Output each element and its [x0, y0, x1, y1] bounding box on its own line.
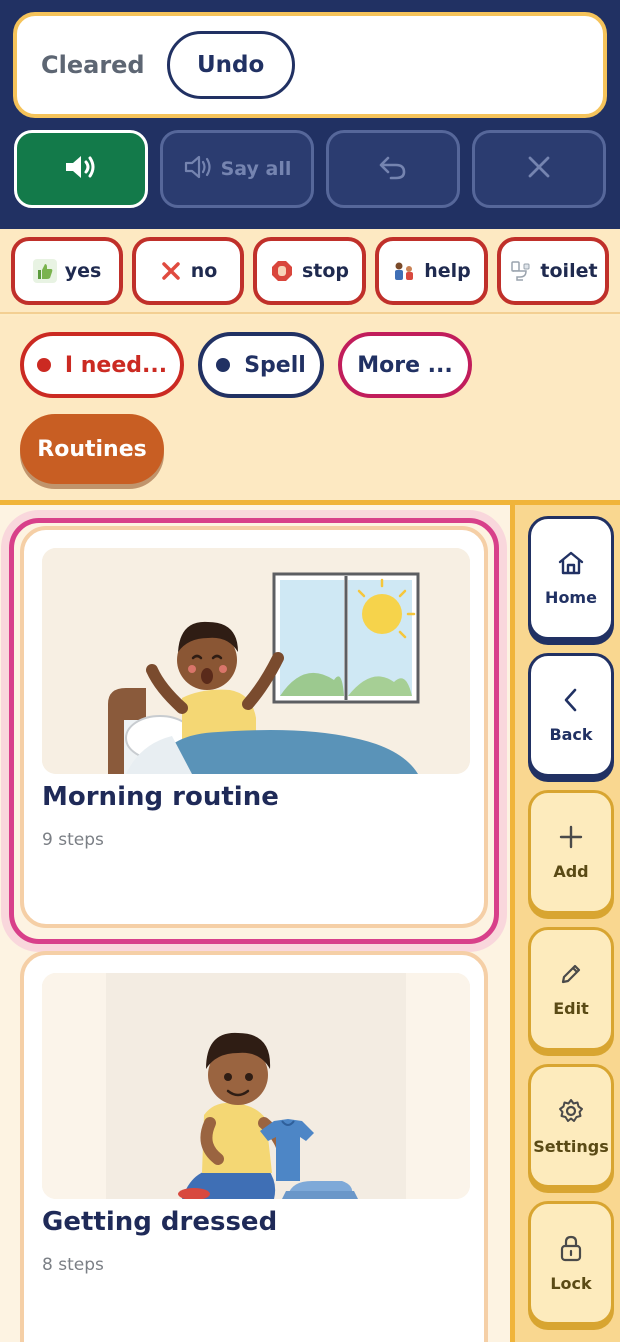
quick-chip-help[interactable]: help: [375, 237, 488, 305]
quick-chip-label: yes: [64, 260, 102, 282]
settings-button[interactable]: Settings: [528, 1064, 614, 1188]
clear-button[interactable]: [472, 130, 606, 208]
quick-chip-label: stop: [301, 260, 350, 282]
thumbs-up-icon: [32, 259, 57, 283]
chevron-left-icon: [561, 687, 581, 717]
undo-arrow-icon: [376, 152, 410, 186]
settings-label: Settings: [533, 1136, 609, 1156]
speaker-outline-icon: [183, 154, 215, 185]
quick-chip-label: no: [190, 260, 218, 282]
back-label: Back: [549, 724, 593, 744]
x-mark-icon: [159, 259, 183, 283]
category-i-need[interactable]: I need...: [20, 332, 184, 398]
routine-card-getting-dressed[interactable]: Getting dressed 8 steps: [20, 951, 488, 1342]
home-icon: [557, 550, 585, 580]
side-toolbar: Home Back Add Edit Settings Lock: [510, 505, 620, 1342]
routine-list: Morning routine 9 steps Getting dressed …: [0, 505, 510, 1342]
quick-chip-label: help: [424, 260, 471, 282]
category-spell[interactable]: Spell: [198, 332, 324, 398]
quick-words-row: yes no stop help toilet: [0, 229, 620, 314]
message-bar: Cleared Undo: [13, 12, 607, 118]
say-all-label: Say all: [220, 158, 292, 180]
lock-icon: [559, 1234, 583, 1266]
category-more[interactable]: More ...: [338, 332, 472, 398]
toilet-icon: [508, 259, 532, 283]
close-icon: [525, 153, 553, 185]
top-bar: Cleared Undo Say all: [0, 0, 620, 229]
category-label: I need...: [64, 352, 168, 378]
back-button[interactable]: Back: [528, 653, 614, 777]
plus-icon: [558, 824, 584, 854]
category-routines[interactable]: Routines: [20, 414, 164, 484]
edit-label: Edit: [553, 998, 589, 1018]
category-dot: [36, 358, 51, 372]
routine-title: Morning routine: [42, 782, 279, 812]
routine-step-count: 8 steps: [42, 1255, 104, 1275]
morning-routine-illustration: [42, 548, 470, 774]
category-label: Routines: [37, 436, 147, 462]
speak-button[interactable]: [14, 130, 148, 208]
home-label: Home: [545, 587, 597, 607]
message-status: Cleared: [41, 51, 145, 79]
add-label: Add: [553, 861, 589, 881]
category-label: More ...: [357, 352, 453, 378]
routine-step-count: 9 steps: [42, 830, 104, 850]
category-dot: [216, 358, 231, 372]
quick-chip-stop[interactable]: stop: [253, 237, 366, 305]
edit-button[interactable]: Edit: [528, 927, 614, 1051]
undo-clear-button[interactable]: Undo: [166, 31, 295, 99]
stop-hand-icon: [270, 259, 294, 283]
quick-chip-label: toilet: [540, 260, 598, 282]
routine-card-morning[interactable]: Morning routine 9 steps: [20, 526, 488, 928]
say-all-button[interactable]: Say all: [160, 130, 314, 208]
pencil-icon: [558, 961, 584, 991]
lock-button[interactable]: Lock: [528, 1201, 614, 1325]
gear-icon: [557, 1097, 585, 1129]
speaker-icon: [63, 152, 99, 186]
quick-chip-yes[interactable]: yes: [11, 237, 123, 305]
home-button[interactable]: Home: [528, 516, 614, 640]
quick-chip-no[interactable]: no: [132, 237, 244, 305]
category-label: Spell: [244, 352, 306, 378]
add-button[interactable]: Add: [528, 790, 614, 914]
routine-title: Getting dressed: [42, 1207, 278, 1237]
quick-chip-toilet[interactable]: toilet: [497, 237, 609, 305]
help-person-icon: [392, 259, 416, 283]
getting-dressed-illustration: [42, 973, 470, 1199]
undo-button[interactable]: [326, 130, 460, 208]
lock-label: Lock: [550, 1273, 592, 1293]
category-area: I need... Spell More ... Routines: [0, 316, 620, 502]
